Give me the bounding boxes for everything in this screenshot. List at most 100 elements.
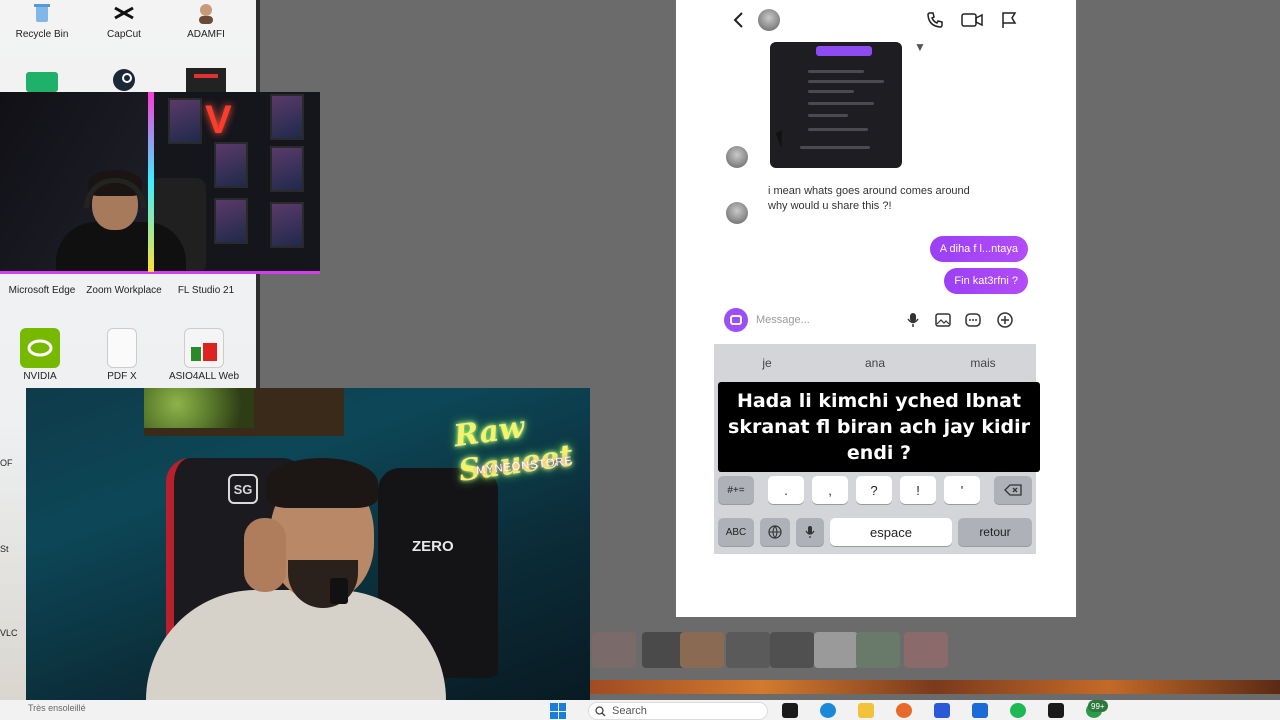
incoming-message: i mean whats goes around comes around wh… [768, 185, 970, 212]
key-comma[interactable]: , [812, 476, 848, 504]
capcut-icon [104, 0, 144, 26]
wallpaper-strip [590, 680, 1280, 694]
thumbnail[interactable] [856, 632, 900, 668]
backspace-icon[interactable] [994, 476, 1032, 504]
caption-line: Hada li kimchi yched lbnat [736, 390, 1022, 412]
desktop-icon-folder-green[interactable] [2, 68, 82, 92]
shared-image-line [808, 102, 874, 105]
desktop-icon-nvidia[interactable]: NVIDIA [0, 328, 80, 383]
weather-widget[interactable]: Très ensoleillé [28, 703, 86, 713]
shared-image-line [808, 128, 868, 131]
reaction-icon[interactable]: ▼ [914, 40, 926, 54]
thumbnail[interactable] [592, 632, 636, 668]
sender-avatar [726, 202, 748, 224]
poster [270, 146, 304, 192]
download-folder-icon [22, 68, 62, 92]
space-key[interactable]: espace [830, 518, 952, 546]
thumbnail[interactable] [904, 632, 948, 668]
shared-image-line [808, 80, 884, 83]
desktop-icon-zoom[interactable]: Zoom Workplace [84, 282, 164, 297]
dictation-icon[interactable] [796, 518, 824, 546]
valorant-neon-icon: V [205, 98, 232, 142]
message-input[interactable] [756, 310, 886, 330]
subtitle-caption: Hada li kimchi yched lbnat skranat fl bi… [718, 382, 1040, 472]
recycle-bin-icon [22, 0, 62, 26]
webcam-overlay-top [0, 92, 320, 274]
task-view-icon[interactable] [782, 703, 798, 718]
suggestion-mais[interactable]: mais [938, 356, 1028, 370]
add-icon[interactable] [994, 309, 1016, 331]
streamer-hand [244, 518, 286, 592]
phone-call-icon[interactable] [924, 9, 946, 31]
windows-start-icon[interactable] [550, 703, 566, 719]
thumbnail[interactable] [770, 632, 814, 668]
desktop-icon-capcut[interactable]: CapCut [84, 0, 164, 41]
key-apostrophe[interactable]: ' [944, 476, 980, 504]
shared-image-line [808, 90, 854, 93]
poster [168, 98, 202, 144]
nvidia-icon [20, 328, 60, 368]
outlook-icon[interactable] [972, 703, 988, 718]
user-photo-icon [186, 0, 226, 26]
streamer-hair [266, 458, 378, 508]
asio-icon [184, 328, 224, 368]
plants [144, 388, 254, 428]
desktop-icon-asio4all[interactable]: ASIO4ALL Web [164, 328, 244, 383]
poster [214, 142, 248, 188]
store-icon[interactable] [934, 703, 950, 718]
back-icon[interactable] [728, 8, 748, 32]
steam-icon [104, 68, 144, 92]
thumbnail[interactable] [726, 632, 770, 668]
outgoing-message: Fin kat3rfni ? [944, 268, 1028, 294]
taskbar-search[interactable]: Search [588, 702, 768, 720]
thumbnail[interactable] [680, 632, 724, 668]
taskbar: Très ensoleillé Search 99+ [0, 700, 1280, 720]
edge-icon[interactable] [820, 703, 836, 718]
symbols-key[interactable]: #+= [718, 476, 754, 504]
desktop-icon-pdf[interactable]: PDF X [82, 328, 162, 383]
neon-sign: Raw Saueet [451, 409, 576, 489]
desktop-icon-microsoft-edge[interactable]: Microsoft Edge [2, 282, 82, 297]
shared-image-header [816, 46, 872, 56]
file-explorer-icon[interactable] [858, 703, 874, 718]
shared-image-line [808, 70, 864, 73]
globe-icon[interactable] [760, 518, 790, 546]
desktop-icon-adamfi[interactable]: ADAMFI [166, 0, 246, 41]
gallery-icon[interactable] [932, 309, 954, 331]
search-icon [595, 705, 606, 716]
shared-image-line [800, 146, 870, 149]
dm-header [676, 0, 1076, 40]
desktop-icon-recycle-bin[interactable]: Recycle Bin [2, 0, 82, 41]
sender-avatar [726, 146, 748, 168]
desktop-icon-app-dark[interactable] [166, 68, 246, 92]
microphone-icon[interactable] [902, 309, 924, 331]
key-exclamation[interactable]: ! [900, 476, 936, 504]
sticker-icon[interactable] [962, 309, 984, 331]
desktop-icon-fl-studio[interactable]: FL Studio 21 [166, 282, 246, 297]
spotify-icon[interactable] [1010, 703, 1026, 718]
flag-icon[interactable] [998, 9, 1020, 31]
shared-screenshot[interactable] [770, 42, 902, 168]
abc-key[interactable]: ABC [718, 518, 754, 546]
thumbnail[interactable] [814, 632, 858, 668]
app-icon[interactable] [1048, 703, 1064, 718]
key-question[interactable]: ? [856, 476, 892, 504]
desktop-icon-steam[interactable] [84, 68, 164, 92]
window-thumbnails [590, 624, 990, 674]
suggestion-je[interactable]: je [722, 356, 812, 370]
app-logo-icon [186, 68, 226, 92]
return-key[interactable]: retour [958, 518, 1032, 546]
suggestion-ana[interactable]: ana [830, 356, 920, 370]
poster [214, 198, 248, 244]
search-label: Search [612, 705, 647, 717]
neon-light-strip [148, 92, 154, 272]
camera-icon[interactable] [724, 308, 748, 332]
chair-brand: ZERO [412, 538, 454, 555]
firefox-icon[interactable] [896, 703, 912, 718]
contact-avatar[interactable] [758, 9, 780, 31]
key-period[interactable]: . [768, 476, 804, 504]
outgoing-message: A diha f l...ntaya [929, 236, 1028, 262]
chair-logo: SG [228, 474, 258, 504]
poster [270, 94, 304, 140]
video-call-icon[interactable] [960, 9, 984, 31]
